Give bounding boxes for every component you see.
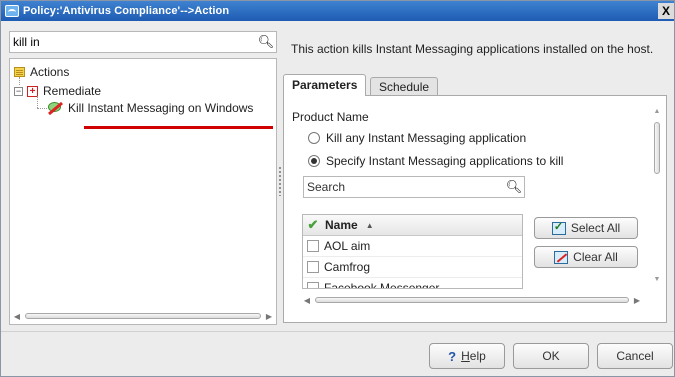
tree-item-remediate[interactable]: − + Remediate xyxy=(14,84,101,98)
app-search-input[interactable] xyxy=(307,180,504,194)
scroll-right-icon[interactable]: ▶ xyxy=(632,296,642,305)
radio-button[interactable] xyxy=(308,132,320,144)
kill-im-icon xyxy=(47,101,63,116)
tree-horizontal-scrollbar[interactable]: ◀ ▶ xyxy=(12,310,274,322)
scroll-thumb[interactable] xyxy=(25,313,261,319)
remediate-icon: + xyxy=(27,85,38,97)
name-column-header[interactable]: Name ▲ xyxy=(323,218,374,232)
check-column-icon[interactable]: ✔ xyxy=(303,217,323,233)
highlight-underline xyxy=(84,126,273,129)
radio-label: Kill any Instant Messaging application xyxy=(326,131,527,145)
tab-parameters[interactable]: Parameters xyxy=(283,74,367,96)
list-item[interactable]: AOL aim xyxy=(303,236,522,257)
list-header: ✔ Name ▲ xyxy=(303,215,522,236)
row-checkbox[interactable] xyxy=(307,261,319,273)
title-bar[interactable]: Policy:'Antivirus Compliance'-->Action X xyxy=(1,1,674,21)
radio-label: Specify Instant Messaging applications t… xyxy=(326,154,564,168)
radio-specify[interactable]: Specify Instant Messaging applications t… xyxy=(308,154,563,168)
left-pane: 🔍︎ Actions − + Remediate Kill Instant Me… xyxy=(9,31,277,325)
app-search-box: 🔍︎ xyxy=(303,176,525,198)
list-item-label: AOL aim xyxy=(324,239,371,253)
window-title: Policy:'Antivirus Compliance'-->Action xyxy=(23,5,230,17)
tree-item-label: Kill Instant Messaging on Windows xyxy=(68,101,254,115)
tree-item-kill-im-windows[interactable]: Kill Instant Messaging on Windows xyxy=(47,101,255,116)
panel-vertical-scrollbar[interactable]: ▲ ▼ xyxy=(652,108,662,283)
row-checkbox[interactable] xyxy=(307,240,319,252)
clear-all-icon xyxy=(554,250,569,264)
list-item[interactable]: Facebook Messenger xyxy=(303,278,522,289)
radio-kill-any[interactable]: Kill any Instant Messaging application xyxy=(308,131,526,145)
parameters-panel: Product Name Kill any Instant Messaging … xyxy=(283,95,667,323)
tree-search-box: 🔍︎ xyxy=(9,31,277,53)
product-name-label: Product Name xyxy=(292,110,369,124)
tree-item-label: Remediate xyxy=(43,84,102,98)
footer-divider xyxy=(1,331,674,332)
panel-horizontal-scrollbar[interactable]: ◀ ▶ xyxy=(302,294,642,306)
scroll-up-icon[interactable]: ▲ xyxy=(652,108,662,115)
tree-connector xyxy=(37,96,38,108)
scroll-left-icon[interactable]: ◀ xyxy=(12,312,22,321)
ok-button[interactable]: OK xyxy=(513,343,589,369)
tree-search-input[interactable] xyxy=(13,35,256,49)
select-all-button[interactable]: Select All xyxy=(534,217,638,239)
scroll-thumb[interactable] xyxy=(654,122,660,174)
list-item-label: Camfrog xyxy=(324,260,371,274)
im-app-list: ✔ Name ▲ AOL aim Camfrog Facebook Messen… xyxy=(302,214,523,289)
radio-button-selected[interactable] xyxy=(308,155,320,167)
help-icon: ? xyxy=(448,348,457,364)
list-item-label: Facebook Messenger xyxy=(324,281,440,289)
pane-splitter[interactable] xyxy=(278,166,282,196)
scroll-right-icon[interactable]: ▶ xyxy=(264,312,274,321)
list-item[interactable]: Camfrog xyxy=(303,257,522,278)
search-icon[interactable]: 🔍︎ xyxy=(504,179,524,195)
tree-item-label: Actions xyxy=(30,65,70,79)
tree-connector xyxy=(37,108,47,109)
app-icon xyxy=(5,5,19,17)
help-button[interactable]: ? Help xyxy=(429,343,505,369)
scroll-left-icon[interactable]: ◀ xyxy=(302,296,312,305)
collapse-icon[interactable]: − xyxy=(14,86,23,96)
action-description: This action kills Instant Messaging appl… xyxy=(291,42,654,56)
tree-item-actions[interactable]: Actions xyxy=(14,65,69,79)
scroll-thumb[interactable] xyxy=(315,297,629,303)
sort-ascending-icon: ▲ xyxy=(365,220,374,230)
select-all-icon xyxy=(551,220,566,235)
close-icon[interactable]: X xyxy=(658,3,674,19)
tab-schedule[interactable]: Schedule xyxy=(370,77,439,96)
clear-all-button[interactable]: Clear All xyxy=(534,246,638,268)
action-tree: Actions − + Remediate Kill Instant Messa… xyxy=(9,58,277,325)
scroll-down-icon[interactable]: ▼ xyxy=(652,276,662,283)
search-icon[interactable]: 🔍︎ xyxy=(256,34,276,50)
cancel-button[interactable]: Cancel xyxy=(597,343,673,369)
folder-icon xyxy=(14,67,25,77)
dialog-window: Policy:'Antivirus Compliance'-->Action X… xyxy=(0,0,675,377)
row-checkbox[interactable] xyxy=(307,282,319,288)
